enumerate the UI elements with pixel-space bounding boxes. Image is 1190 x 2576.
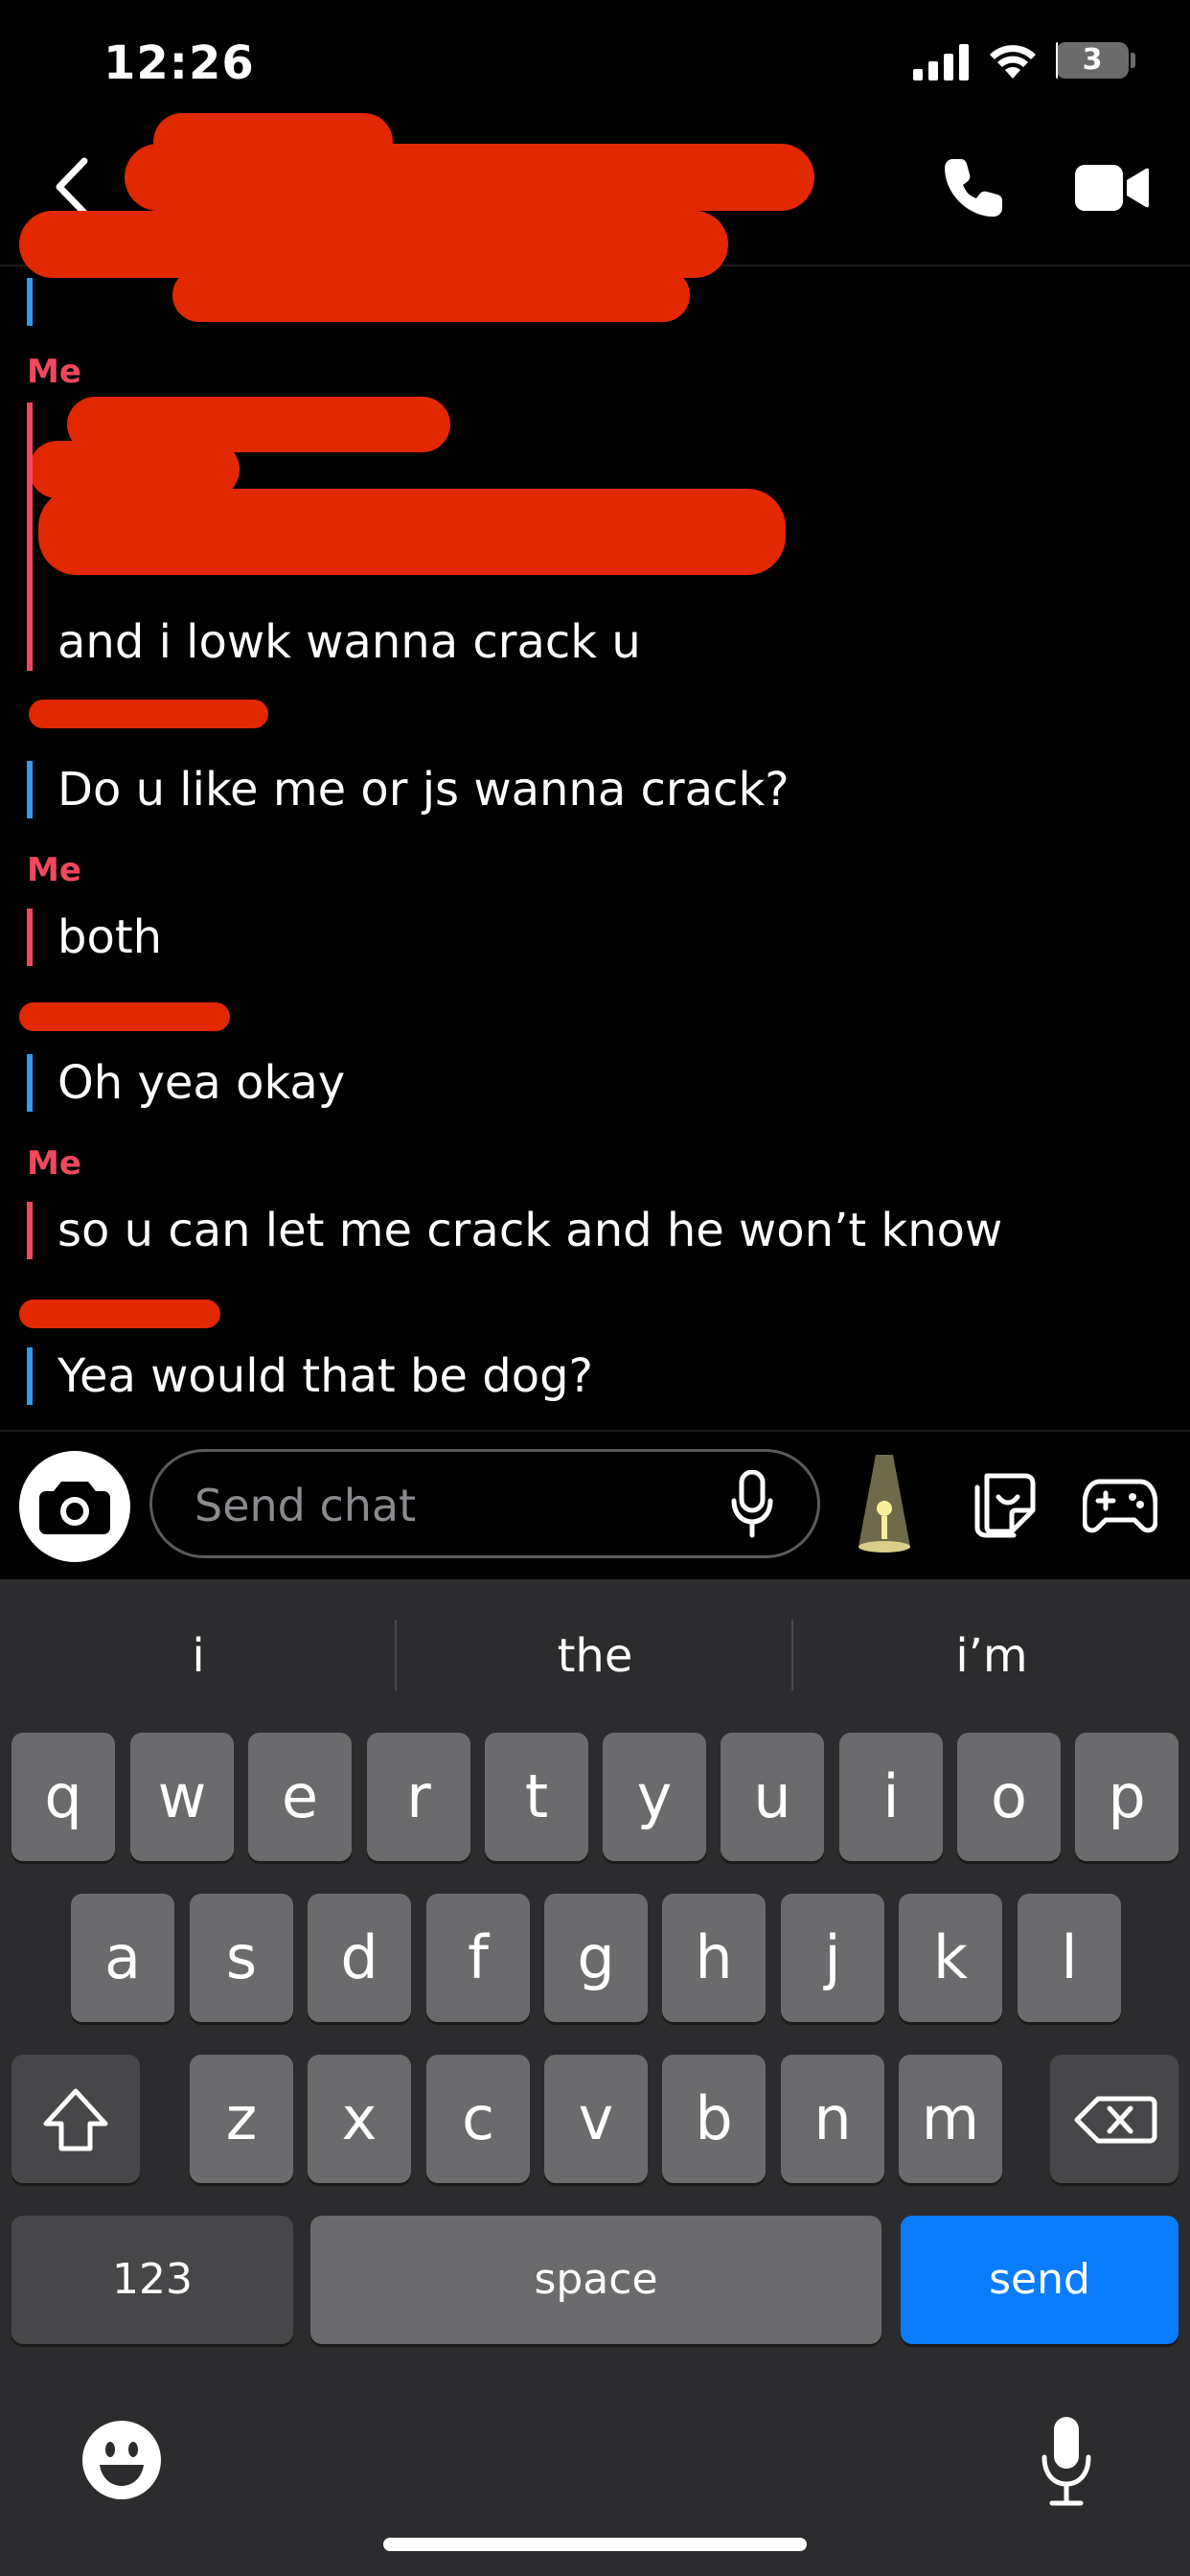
emoji-icon [100,2442,144,2486]
send-chat-field[interactable] [149,1449,820,1558]
key-a[interactable]: a [71,1894,174,2022]
send-chat-input[interactable] [193,1469,695,1542]
key-e[interactable]: e [248,1733,352,1861]
redaction-scribble [125,144,814,211]
redaction-scribble [19,1300,220,1328]
shift-icon [43,2088,108,2151]
delete-key[interactable] [1050,2055,1179,2183]
battery-cap [1131,53,1135,68]
suggestion-2[interactable]: the [397,1616,793,1696]
message-sender: Me [27,851,81,889]
message-bar-them [27,278,33,326]
backspace-icon [1074,2096,1157,2144]
suggestion-3[interactable]: i’m [793,1616,1190,1696]
suggestion-1[interactable]: i [0,1616,397,1696]
battery-icon: 3 [1056,42,1129,79]
key-t[interactable]: t [485,1733,588,1861]
lens-lamp-icon[interactable] [853,1451,916,1556]
key-k[interactable]: k [899,1894,1002,2022]
key-x[interactable]: x [308,2055,411,2183]
key-c[interactable]: c [426,2055,530,2183]
key-v[interactable]: v [544,2055,648,2183]
message-text: and i lowk wanna crack u [27,613,641,671]
key-j[interactable]: j [781,1894,884,2022]
shift-key[interactable] [11,2055,140,2183]
sticker-icon[interactable] [968,1472,1037,1539]
status-time: 12:26 [103,36,255,90]
key-z[interactable]: z [190,2055,293,2183]
message-text: Oh yea okay [27,1054,345,1112]
key-h[interactable]: h [662,1894,766,2022]
message-sender: Me [27,353,81,391]
redaction-scribble [19,1002,230,1031]
back-chevron-icon[interactable] [46,155,100,218]
message-text: Yea would that be dog? [27,1347,593,1405]
gamepad-icon[interactable] [1083,1476,1157,1535]
message-text: so u can let me crack and he won’t know [27,1202,1002,1259]
message-bar-me [27,402,33,613]
video-camera-icon[interactable] [1073,159,1150,217]
key-q[interactable]: q [11,1733,115,1861]
key-n[interactable]: n [781,2055,884,2183]
redaction-scribble [172,268,690,322]
message-sender: Me [27,1144,81,1183]
phone-icon[interactable] [939,153,1008,222]
key-y[interactable]: y [603,1733,706,1861]
key-g[interactable]: g [544,1894,648,2022]
key-u[interactable]: u [721,1733,824,1861]
key-w[interactable]: w [130,1733,234,1861]
camera-icon [39,1482,110,1534]
key-s[interactable]: s [190,1894,293,2022]
redaction-scribble [29,700,268,728]
key-o[interactable]: o [957,1733,1061,1861]
key-l[interactable]: l [1018,1894,1121,2022]
send-key[interactable]: send [901,2216,1179,2344]
microphone-icon[interactable] [730,1470,774,1539]
numbers-key[interactable]: 123 [11,2216,293,2344]
key-p[interactable]: p [1075,1733,1179,1861]
home-indicator [383,2538,807,2551]
key-m[interactable]: m [899,2055,1002,2183]
dictation-microphone-icon[interactable] [1041,2413,1092,2509]
redaction-scribble [38,489,786,575]
message-text: both [27,908,162,966]
message-text: Do u like me or js wanna crack? [27,761,790,818]
key-d[interactable]: d [308,1894,411,2022]
wifi-icon [990,45,1036,79]
key-r[interactable]: r [367,1733,470,1861]
key-f[interactable]: f [426,1894,530,2022]
emoji-button[interactable] [82,2421,161,2499]
space-key[interactable]: space [310,2216,881,2344]
cellular-signal-icon [913,44,971,80]
camera-button[interactable] [19,1451,130,1562]
key-i[interactable]: i [839,1733,943,1861]
battery-percentage: 3 [1082,43,1103,77]
key-b[interactable]: b [662,2055,766,2183]
